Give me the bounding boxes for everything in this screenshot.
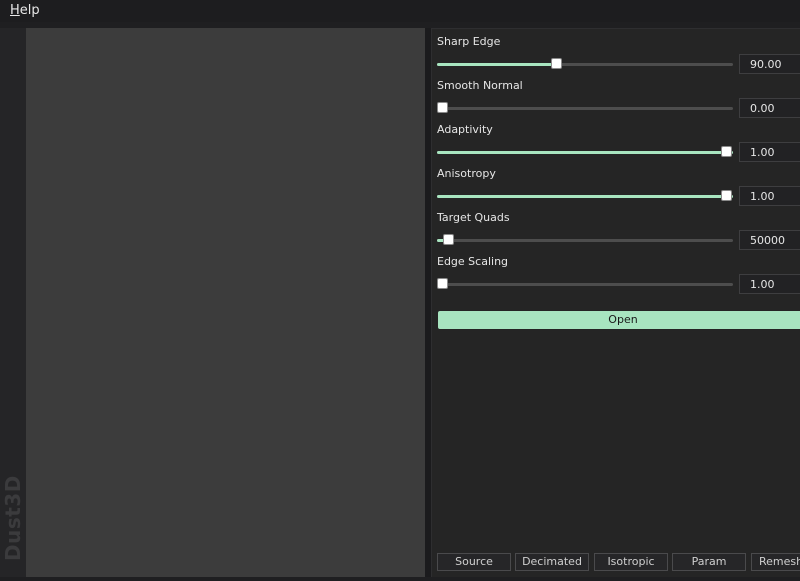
slider-smooth-normal[interactable] bbox=[437, 102, 733, 113]
slider-sharp-edge[interactable] bbox=[437, 58, 733, 69]
slider-handle[interactable] bbox=[437, 102, 448, 113]
menu-help-label: elp bbox=[19, 3, 40, 18]
slider-fill bbox=[437, 195, 733, 198]
open-button[interactable]: Open bbox=[438, 311, 800, 329]
tab-remesh[interactable]: Remesh bbox=[751, 553, 800, 571]
menu-help[interactable]: Help bbox=[10, 3, 40, 18]
side-strip: Dust3D bbox=[0, 28, 26, 577]
tab-source[interactable]: Source bbox=[437, 553, 511, 571]
value-field-adaptivity[interactable]: 1.00 bbox=[739, 142, 800, 162]
brand-logo-text: Dust3D bbox=[1, 475, 25, 561]
slider-handle[interactable] bbox=[443, 234, 454, 245]
slider-fill bbox=[437, 151, 733, 154]
value-field-target-quads[interactable]: 50000 bbox=[739, 230, 800, 250]
param-label-smooth-normal: Smooth Normal bbox=[437, 79, 523, 92]
slider-anisotropy[interactable] bbox=[437, 190, 733, 201]
slider-target-quads[interactable] bbox=[437, 234, 733, 245]
param-label-anisotropy: Anisotropy bbox=[437, 167, 496, 180]
tab-param[interactable]: Param bbox=[672, 553, 746, 571]
model-viewport[interactable] bbox=[26, 28, 425, 577]
view-tabs: Source Decimated Isotropic Param Remesh bbox=[437, 553, 800, 571]
slider-fill bbox=[437, 63, 557, 66]
slider-handle[interactable] bbox=[551, 58, 562, 69]
tab-decimated[interactable]: Decimated bbox=[515, 553, 589, 571]
tab-isotropic[interactable]: Isotropic bbox=[594, 553, 668, 571]
slider-handle[interactable] bbox=[721, 190, 732, 201]
slider-edge-scaling[interactable] bbox=[437, 278, 733, 289]
param-label-adaptivity: Adaptivity bbox=[437, 123, 493, 136]
value-field-sharp-edge[interactable]: 90.00 bbox=[739, 54, 800, 74]
menu-help-mnemonic: H bbox=[10, 3, 20, 18]
menu-bar: Help bbox=[0, 0, 800, 22]
slider-handle[interactable] bbox=[437, 278, 448, 289]
param-label-target-quads: Target Quads bbox=[437, 211, 510, 224]
value-field-edge-scaling[interactable]: 1.00 bbox=[739, 274, 800, 294]
param-label-edge-scaling: Edge Scaling bbox=[437, 255, 509, 268]
value-field-smooth-normal[interactable]: 0.00 bbox=[739, 98, 800, 118]
slider-handle[interactable] bbox=[721, 146, 732, 157]
slider-adaptivity[interactable] bbox=[437, 146, 733, 157]
param-label-sharp-edge: Sharp Edge bbox=[437, 35, 501, 48]
value-field-anisotropy[interactable]: 1.00 bbox=[739, 186, 800, 206]
